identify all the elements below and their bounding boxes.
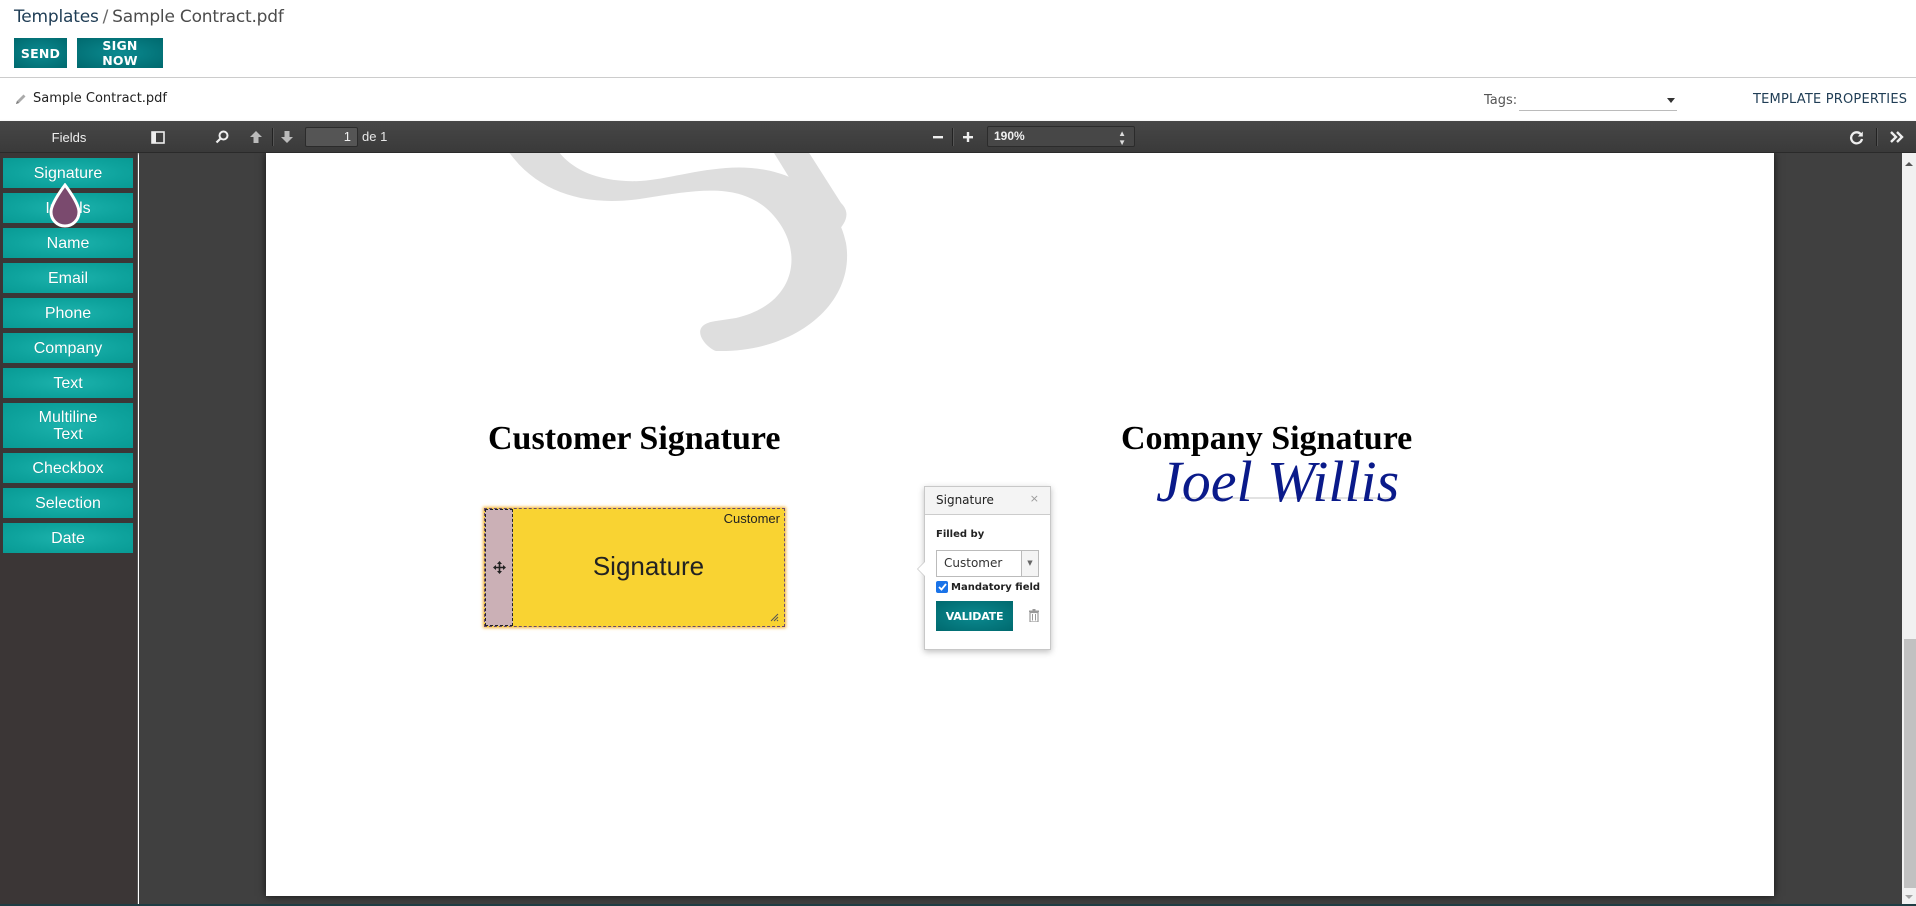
checkbox-checked-icon[interactable] [936,581,948,593]
filled-by-select[interactable]: Customer ▼ [936,550,1039,577]
signature-field[interactable]: Customer Signature [484,508,785,627]
validate-button[interactable]: VALIDATE [936,601,1013,631]
zoom-in-icon[interactable] [958,121,978,153]
template-name-text: Sample Contract.pdf [33,91,168,106]
page-count: de 1 [362,129,388,144]
move-handle[interactable] [485,509,513,626]
popover-header: Signature × [925,487,1050,515]
field-type-date[interactable]: Date [3,523,133,553]
signature-field-role: Customer [723,511,780,526]
toolbar-separator [272,128,273,146]
field-type-email[interactable]: Email [3,263,133,293]
filled-by-value: Customer [944,556,1003,570]
breadcrumb-current: Sample Contract.pdf [112,7,284,27]
field-type-multiline-text[interactable]: Multiline Text [3,403,133,448]
chevron-down-icon: ▼ [1021,551,1038,576]
template-header: Sample Contract.pdf Tags: TEMPLATE PROPE… [0,79,1916,121]
field-type-selection[interactable]: Selection [3,488,133,518]
toolbar-separator [952,128,953,146]
sign-now-button[interactable]: SIGN NOW [77,38,163,68]
field-type-name[interactable]: Name [3,228,133,258]
zoom-level: 190% [994,129,1025,143]
template-properties-button[interactable]: TEMPLATE PROPERTIES [1753,92,1907,107]
send-button[interactable]: SEND [14,38,67,68]
popover-arrow [917,561,925,577]
pdf-viewer: Customer Signature Company Signature Cus… [139,153,1902,906]
pdf-page: Customer Signature Company Signature Cus… [266,153,1774,896]
chevron-down-icon [1667,98,1675,103]
vertical-scrollbar[interactable] [1902,153,1916,906]
field-type-checkbox[interactable]: Checkbox [3,453,133,483]
next-page-icon[interactable] [277,121,297,153]
trash-icon[interactable] [1029,609,1039,622]
updown-icon: ▲ ▼ [1118,129,1126,147]
resize-handle-icon[interactable] [770,613,779,622]
move-icon [492,561,506,574]
scroll-up-icon[interactable] [1905,162,1913,166]
popover-title: Signature [936,493,994,507]
zoom-select[interactable]: 190% ▲ ▼ [987,126,1135,147]
company-signature-image: Joel Willis [1156,449,1399,514]
filled-by-label: Filled by [936,529,985,540]
tags-label: Tags: [1484,93,1518,108]
signature-field-label: Signature [592,551,705,581]
pencil-icon [16,94,26,104]
breadcrumb: Templates / Sample Contract.pdf [14,7,284,27]
scrollbar-thumb[interactable] [1904,639,1916,888]
company-signature-text: Joel Willis [1156,449,1399,514]
field-type-phone[interactable]: Phone [3,298,133,328]
field-type-company[interactable]: Company [3,333,133,363]
search-icon[interactable] [212,121,232,153]
mandatory-field-label: Mandatory field [951,581,1041,593]
page-number-input[interactable]: 1 [305,127,358,147]
tags-input[interactable] [1519,91,1677,111]
template-name[interactable]: Sample Contract.pdf [15,91,167,106]
control-panel: Templates / Sample Contract.pdf SEND SIGN … [0,0,1916,78]
mandatory-field-checkbox[interactable]: Mandatory field [936,581,1040,593]
sign-template-editor: Templates / Sample Contract.pdf SEND SIGN … [0,0,1916,906]
scroll-down-icon[interactable] [1905,895,1913,899]
fields-sidebar: Signature Initials Name Email Phone Comp… [0,153,138,906]
customer-signature-heading: Customer Signature [488,420,781,457]
tools-icon[interactable] [1886,121,1908,153]
close-icon[interactable]: × [1030,492,1039,505]
fields-title: Fields [51,129,87,145]
field-type-text[interactable]: Text [3,368,133,398]
field-properties-popover: Signature × Filled by Customer ▼ Mandato… [917,486,1051,650]
toolbar-separator [1876,128,1877,146]
watermark-graphic [509,153,848,352]
drop-cursor-icon [49,183,81,228]
previous-page-icon[interactable] [246,121,266,153]
sidebar-toggle-icon[interactable] [148,121,168,153]
breadcrumb-separator: / [102,7,109,27]
pdf-toolbar: Fields 1 de 1 190% ▲ ▼ [0,121,1916,153]
rotate-icon[interactable] [1846,121,1866,153]
zoom-out-icon[interactable] [928,121,948,153]
breadcrumb-templates-link[interactable]: Templates [14,7,99,27]
